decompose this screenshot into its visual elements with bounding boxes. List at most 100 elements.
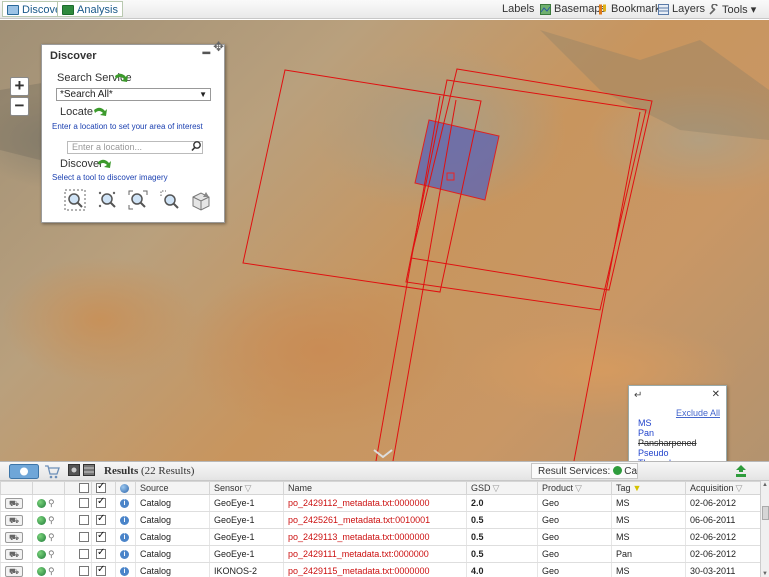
labels-button[interactable]: Labels xyxy=(502,3,534,15)
filter-icon[interactable]: ▽ xyxy=(575,483,582,493)
results-view-tab-icon[interactable] xyxy=(9,464,39,479)
info-icon[interactable]: i xyxy=(120,533,129,543)
minimize-icon[interactable]: ━ xyxy=(203,46,210,60)
add-to-cart-icon[interactable]: ⛟ xyxy=(5,497,23,509)
scroll-up-icon[interactable]: ▲ xyxy=(762,482,768,488)
header-tag[interactable]: Tag ▼ xyxy=(611,481,686,495)
point-search-tool-icon[interactable] xyxy=(96,189,118,211)
extent-search-tool-icon[interactable] xyxy=(127,189,149,211)
product-cell: Geo xyxy=(537,528,612,546)
results-table: Source Sensor▽ Name GSD▽ Product▽ Tag▼ A… xyxy=(0,481,761,577)
add-to-cart-icon[interactable]: ⛟ xyxy=(5,531,23,543)
sensor-cell: GeoEye-1 xyxy=(209,528,284,546)
row-visible-checkbox[interactable] xyxy=(96,530,106,543)
header-gsd[interactable]: GSD ▽ xyxy=(466,481,538,495)
filter-icon[interactable]: ▽ xyxy=(736,483,743,493)
tab-analysis[interactable]: Analysis xyxy=(57,1,123,17)
add-to-cart-icon[interactable]: ⛟ xyxy=(5,548,23,560)
row-select-checkbox[interactable] xyxy=(79,515,89,526)
table-row[interactable]: ⛟ ⚲ i CatalogGeoEye-1po_2429111_metadata.tx… xyxy=(0,545,761,563)
header-select-all[interactable] xyxy=(64,481,92,495)
info-icon[interactable]: i xyxy=(120,516,129,526)
result-services-selector[interactable]: Result Services: Catal xyxy=(531,463,638,479)
row-select-checkbox[interactable] xyxy=(79,566,89,577)
rectangle-search-tool-icon[interactable] xyxy=(64,189,86,211)
info-icon[interactable]: i xyxy=(120,550,129,560)
tools-menu-button[interactable]: Tools ▾ xyxy=(708,3,756,16)
zoom-in-button[interactable]: + xyxy=(10,77,29,96)
cart-cell[interactable]: ⛟ xyxy=(0,494,33,512)
table-row[interactable]: ⛟ ⚲ i CatalogIKONOS-2po_2429115_metadata.tx… xyxy=(0,562,761,577)
back-arrow-icon[interactable]: ↵ xyxy=(634,390,642,401)
header-acquisition[interactable]: Acquisition ▽ xyxy=(685,481,761,495)
header-source[interactable]: Source xyxy=(135,481,210,495)
results-title: Results (22 Results) xyxy=(104,465,194,477)
info-icon[interactable]: i xyxy=(120,499,129,509)
row-visible-checkbox[interactable] xyxy=(96,496,106,509)
scroll-down-icon[interactable]: ▼ xyxy=(762,571,768,577)
collapse-chevron-icon[interactable] xyxy=(372,449,394,459)
search-icon[interactable] xyxy=(191,140,203,152)
zoom-to-icon[interactable]: ⚲ xyxy=(48,566,55,577)
show-all-checkbox[interactable] xyxy=(96,483,106,494)
tag-cell: MS xyxy=(611,494,686,512)
scrollbar-thumb[interactable] xyxy=(762,506,769,520)
cart-cell[interactable]: ⛟ xyxy=(0,511,33,529)
layers-button[interactable]: Layers xyxy=(658,3,705,15)
location-input[interactable]: Enter a location... xyxy=(67,141,203,154)
upload-shape-tool-icon[interactable] xyxy=(190,189,212,211)
select-all-checkbox[interactable] xyxy=(79,483,89,494)
results-scrollbar[interactable]: ▲ ▼ xyxy=(760,481,769,577)
row-select-checkbox[interactable] xyxy=(79,498,89,509)
row-select-checkbox[interactable] xyxy=(79,549,89,560)
globe-icon[interactable] xyxy=(37,549,46,559)
cart-cell[interactable]: ⛟ xyxy=(0,562,33,577)
filter-icon[interactable]: ▽ xyxy=(245,483,252,493)
bookmarks-button[interactable]: Bookmarks xyxy=(597,3,666,15)
close-icon[interactable]: ✕ xyxy=(712,389,720,400)
tag-filter-option[interactable]: Pseudo xyxy=(638,448,697,458)
table-row[interactable]: ⛟ ⚲ i CatalogGeoEye-1po_2425261_metadata.tx… xyxy=(0,511,761,529)
imagery-footprint[interactable] xyxy=(405,79,647,311)
map-extent-search-tool-icon[interactable] xyxy=(159,189,181,211)
image-toggle-icon[interactable] xyxy=(68,464,80,476)
header-product[interactable]: Product ▽ xyxy=(537,481,612,495)
globe-icon[interactable] xyxy=(37,566,46,576)
header-tag-label: Tag xyxy=(616,483,631,493)
cart-cell[interactable]: ⛟ xyxy=(0,528,33,546)
table-row[interactable]: ⛟ ⚲ i CatalogGeoEye-1po_2429113_metadata.tx… xyxy=(0,528,761,546)
expand-panel-icon[interactable] xyxy=(735,464,747,478)
tag-filter-option[interactable]: Pan xyxy=(638,428,697,438)
zoom-to-icon[interactable]: ⚲ xyxy=(48,532,55,543)
table-row[interactable]: ⛟ ⚲ i CatalogGeoEye-1po_2429112_metadata.tx… xyxy=(0,494,761,512)
zoom-out-button[interactable]: − xyxy=(10,97,29,116)
filter-active-icon[interactable]: ▼ xyxy=(633,483,642,493)
row-select-checkbox[interactable] xyxy=(79,532,89,543)
zoom-to-icon[interactable]: ⚲ xyxy=(48,549,55,560)
globe-icon[interactable] xyxy=(37,498,46,508)
filter-icon[interactable]: ▽ xyxy=(493,483,500,493)
header-name[interactable]: Name xyxy=(283,481,467,495)
row-visible-checkbox[interactable] xyxy=(96,564,106,577)
tag-filter-option[interactable]: MS xyxy=(638,418,697,428)
grid-toggle-icon[interactable] xyxy=(83,464,95,476)
globe-icon[interactable] xyxy=(37,532,46,542)
globe-icon[interactable] xyxy=(37,515,46,525)
header-sensor[interactable]: Sensor ▽ xyxy=(209,481,284,495)
header-actions xyxy=(32,481,65,495)
zoom-to-icon[interactable]: ⚲ xyxy=(48,498,55,509)
cart-icon[interactable] xyxy=(44,464,60,479)
search-service-select[interactable]: *Search All* ▼ xyxy=(56,88,211,101)
move-icon[interactable]: ✥ xyxy=(213,39,224,55)
header-visibility[interactable] xyxy=(91,481,116,495)
zoom-to-icon[interactable]: ⚲ xyxy=(48,515,55,526)
terrain-ridge xyxy=(540,30,769,140)
row-visible-checkbox[interactable] xyxy=(96,547,106,560)
exclude-all-link[interactable]: Exclude All xyxy=(676,408,720,418)
add-to-cart-icon[interactable]: ⛟ xyxy=(5,565,23,577)
tag-filter-option[interactable]: Pansharpened xyxy=(638,438,697,448)
add-to-cart-icon[interactable]: ⛟ xyxy=(5,514,23,526)
info-icon[interactable]: i xyxy=(120,567,129,577)
cart-cell[interactable]: ⛟ xyxy=(0,545,33,563)
row-visible-checkbox[interactable] xyxy=(96,513,106,526)
